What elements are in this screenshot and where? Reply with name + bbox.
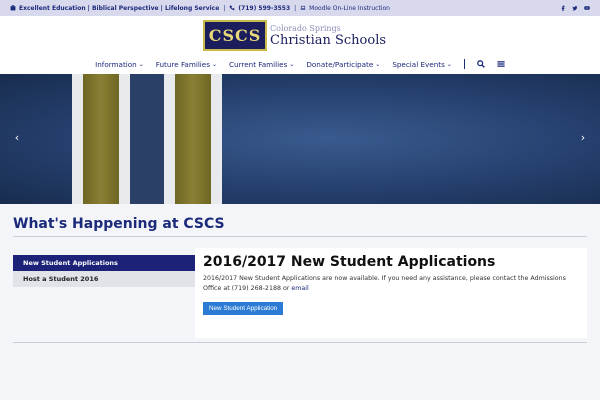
chevron-down-icon: ⌄ — [289, 60, 295, 68]
main-nav: Information ⌄ Future Families ⌄ Current Fa… — [0, 57, 600, 71]
nav-item-donate-participate[interactable]: Donate/Participate ⌄ — [306, 60, 380, 69]
logo-mark: CSCS — [203, 20, 267, 51]
facebook-icon[interactable] — [560, 5, 566, 11]
hero-stripe — [130, 74, 164, 204]
logo-line-1: Colorado Springs — [270, 23, 341, 33]
tagline-text: Excellent Education | Biblical Perspecti… — [19, 4, 220, 12]
main-content: What's Happening at CSCS New Student App… — [0, 204, 600, 400]
news-tabs: New Student Applications Host a Student … — [13, 255, 195, 287]
divider — [13, 342, 587, 343]
site-header: CSCS Colorado Springs Christian Schools … — [0, 16, 600, 74]
tab-new-student-applications[interactable]: New Student Applications — [13, 255, 195, 271]
logo-line-2: Christian Schools — [270, 32, 387, 48]
hero-stripe — [211, 74, 222, 204]
twitter-icon[interactable] — [572, 5, 578, 11]
social-links — [560, 5, 590, 11]
prev-slide-arrow-icon[interactable]: ‹ — [10, 130, 24, 144]
nav-item-information[interactable]: Information ⌄ — [95, 60, 144, 69]
divider — [13, 236, 587, 237]
top-bar-left: Excellent Education | Biblical Perspecti… — [10, 5, 390, 12]
phone-link[interactable]: (719) 599-3553 — [238, 5, 290, 12]
hero-slider: ‹ › — [0, 74, 600, 204]
nav-divider — [463, 59, 465, 69]
hero-stripe — [83, 74, 119, 204]
email-link[interactable]: email — [291, 285, 308, 292]
chevron-down-icon: ⌄ — [138, 60, 144, 68]
youtube-icon[interactable] — [584, 5, 590, 11]
menu-icon[interactable] — [497, 60, 505, 68]
panel-body: 2016/2017 New Student Applications are n… — [203, 275, 566, 292]
section-title: What's Happening at CSCS — [13, 216, 225, 232]
search-icon[interactable] — [477, 60, 485, 68]
chevron-down-icon: ⌄ — [446, 60, 452, 68]
hero-stripe — [119, 74, 130, 204]
hero-stripe — [72, 74, 83, 204]
chevron-down-icon: ⌄ — [375, 60, 381, 68]
nav-item-current-families[interactable]: Current Families ⌄ — [229, 60, 294, 69]
next-slide-arrow-icon[interactable]: › — [576, 130, 590, 144]
phone-icon — [229, 5, 235, 11]
nav-item-future-families[interactable]: Future Families ⌄ — [156, 60, 217, 69]
new-student-application-button[interactable]: New Student Application — [203, 302, 284, 315]
hero-stripe — [175, 74, 211, 204]
nav-item-special-events[interactable]: Special Events ⌄ — [392, 60, 452, 69]
logo-text: Colorado Springs Christian Schools — [270, 23, 387, 48]
panel-title: 2016/2017 New Student Applications — [203, 254, 496, 270]
tab-host-a-student[interactable]: Host a Student 2016 — [13, 271, 195, 287]
news-panel: 2016/2017 New Student Applications 2016/… — [195, 248, 587, 338]
site-logo[interactable]: CSCS Colorado Springs Christian Schools — [203, 20, 386, 51]
chevron-down-icon: ⌄ — [211, 60, 218, 68]
laptop-icon — [300, 5, 306, 10]
top-bar: Excellent Education | Biblical Perspecti… — [0, 0, 600, 16]
school-icon — [10, 5, 16, 11]
hero-stripe — [164, 74, 175, 204]
moodle-link[interactable]: Moodle On-Line Instruction — [309, 5, 390, 12]
